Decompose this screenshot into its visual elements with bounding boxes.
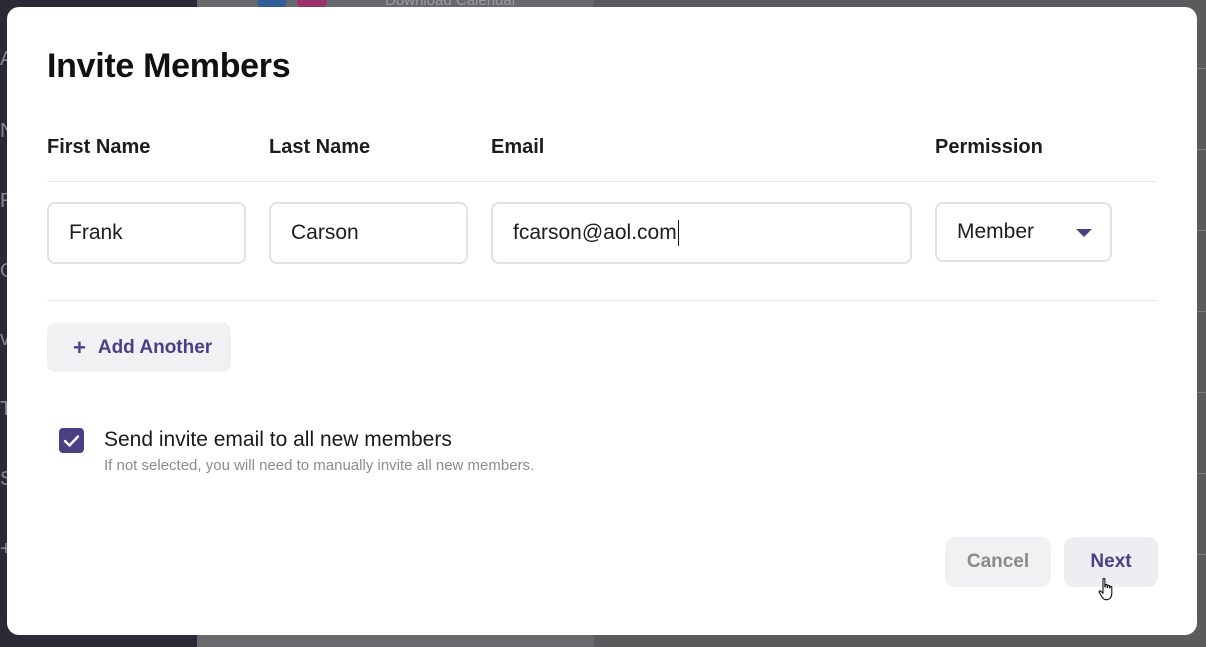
hand-cursor-icon bbox=[1098, 577, 1113, 601]
permission-value: Member bbox=[957, 220, 1035, 243]
email-value: fcarson@aol.com bbox=[513, 221, 677, 244]
modal-title: Invite Members bbox=[47, 47, 291, 85]
column-header-email: Email bbox=[491, 136, 545, 158]
invite-members-modal: Invite Members First Name Last Name Emai… bbox=[7, 7, 1197, 635]
column-header-permission: Permission bbox=[935, 136, 1043, 158]
caret-down-icon bbox=[1076, 229, 1092, 237]
cancel-button[interactable]: Cancel bbox=[945, 537, 1051, 587]
last-name-input[interactable]: Carson bbox=[269, 202, 468, 264]
header-divider bbox=[47, 181, 1156, 182]
text-caret bbox=[677, 220, 680, 246]
add-another-button[interactable]: + Add Another bbox=[47, 323, 231, 372]
add-another-label: Add Another bbox=[97, 336, 213, 358]
last-name-value: Carson bbox=[291, 221, 359, 244]
checkmark-icon bbox=[63, 434, 80, 447]
permission-select[interactable]: Member bbox=[935, 202, 1112, 262]
send-invite-checkbox[interactable] bbox=[59, 428, 84, 453]
plus-icon: + bbox=[73, 334, 86, 360]
send-invite-label: Send invite email to all new members bbox=[104, 428, 452, 451]
column-header-last-name: Last Name bbox=[269, 136, 371, 158]
email-input[interactable]: fcarson@aol.com bbox=[491, 202, 912, 264]
column-header-first-name: First Name bbox=[47, 136, 151, 158]
first-name-value: Frank bbox=[69, 221, 123, 244]
first-name-input[interactable]: Frank bbox=[47, 202, 246, 264]
row-divider bbox=[47, 300, 1156, 301]
send-invite-help-text: If not selected, you will need to manual… bbox=[104, 457, 535, 474]
